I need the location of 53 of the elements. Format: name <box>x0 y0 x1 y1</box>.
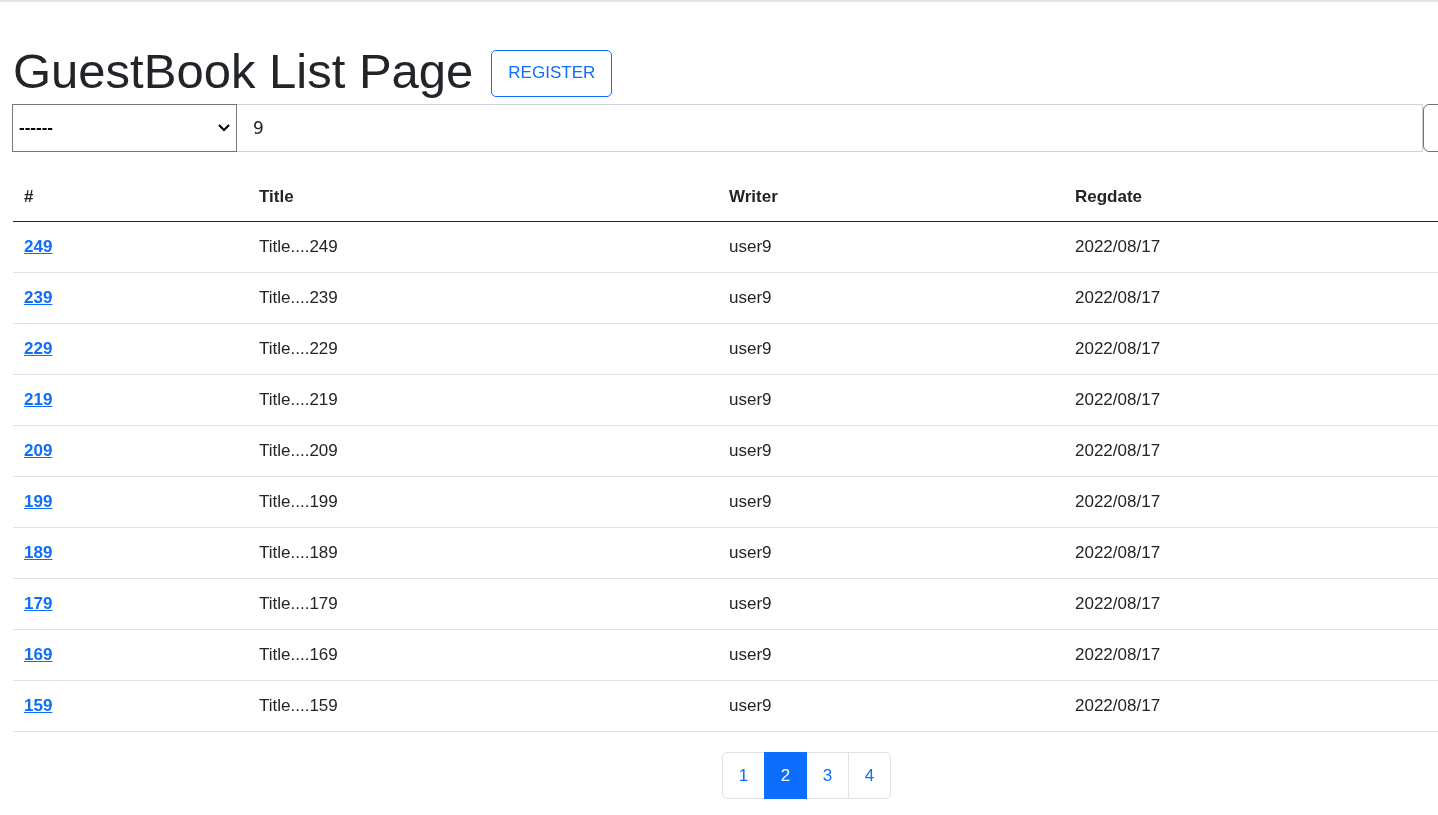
title-cell: Title....179 <box>259 594 338 613</box>
title-cell: Title....159 <box>259 696 338 715</box>
entry-number-link[interactable]: 179 <box>24 594 53 613</box>
keyword-field[interactable]: 9 <box>237 104 1423 152</box>
title-cell: Title....189 <box>259 543 338 562</box>
writer-cell: user9 <box>729 543 772 562</box>
date-cell: 2022/08/17 <box>1075 390 1161 409</box>
page-link[interactable]: 4 <box>848 752 891 799</box>
entry-number-link[interactable]: 229 <box>24 339 53 358</box>
column-header: # <box>13 172 248 222</box>
writer-cell: user9 <box>729 696 772 715</box>
column-header: Writer <box>718 172 1064 222</box>
chevron-down-icon <box>218 124 230 132</box>
date-cell: 2022/08/17 <box>1075 492 1161 511</box>
writer-cell: user9 <box>729 492 772 511</box>
title-cell: Title....169 <box>259 645 338 664</box>
date-cell: 2022/08/17 <box>1075 645 1161 664</box>
writer-cell: user9 <box>729 288 772 307</box>
title-cell: Title....209 <box>259 441 338 460</box>
title-cell: Title....249 <box>259 237 338 256</box>
writer-cell: user9 <box>729 645 772 664</box>
writer-cell: user9 <box>729 339 772 358</box>
entry-number-link[interactable]: 249 <box>24 237 53 256</box>
date-cell: 2022/08/17 <box>1075 339 1161 358</box>
entry-number-link[interactable]: 199 <box>24 492 53 511</box>
entry-number-link[interactable]: 219 <box>24 390 53 409</box>
writer-cell: user9 <box>729 390 772 409</box>
page-link[interactable]: 2 <box>764 752 807 799</box>
entry-number-link[interactable]: 239 <box>24 288 53 307</box>
register-button[interactable]: REGISTER <box>491 49 613 97</box>
title-cell: Title....239 <box>259 288 338 307</box>
page-link[interactable]: 3 <box>806 752 849 799</box>
writer-cell: user9 <box>729 237 772 256</box>
date-cell: 2022/08/17 <box>1075 288 1161 307</box>
page-title: GuestBook List Page <box>13 46 474 96</box>
entry-number-link[interactable]: 159 <box>24 696 53 715</box>
title-cell: Title....229 <box>259 339 338 358</box>
page-link[interactable]: 1 <box>722 752 765 799</box>
writer-cell: user9 <box>729 441 772 460</box>
entry-number-link[interactable]: 209 <box>24 441 53 460</box>
writer-cell: user9 <box>729 594 772 613</box>
date-cell: 2022/08/17 <box>1075 543 1161 562</box>
date-cell: 2022/08/17 <box>1075 237 1161 256</box>
column-header: Title <box>248 172 718 222</box>
date-cell: 2022/08/17 <box>1075 696 1161 715</box>
title-cell: Title....219 <box>259 390 338 409</box>
entry-number-link[interactable]: 189 <box>24 543 53 562</box>
type-select[interactable]: ------ <box>12 104 237 152</box>
column-header: Regdate <box>1064 172 1438 222</box>
date-cell: 2022/08/17 <box>1075 594 1161 613</box>
date-cell: 2022/08/17 <box>1075 441 1161 460</box>
title-cell: Title....199 <box>259 492 338 511</box>
entry-number-link[interactable]: 169 <box>24 645 53 664</box>
